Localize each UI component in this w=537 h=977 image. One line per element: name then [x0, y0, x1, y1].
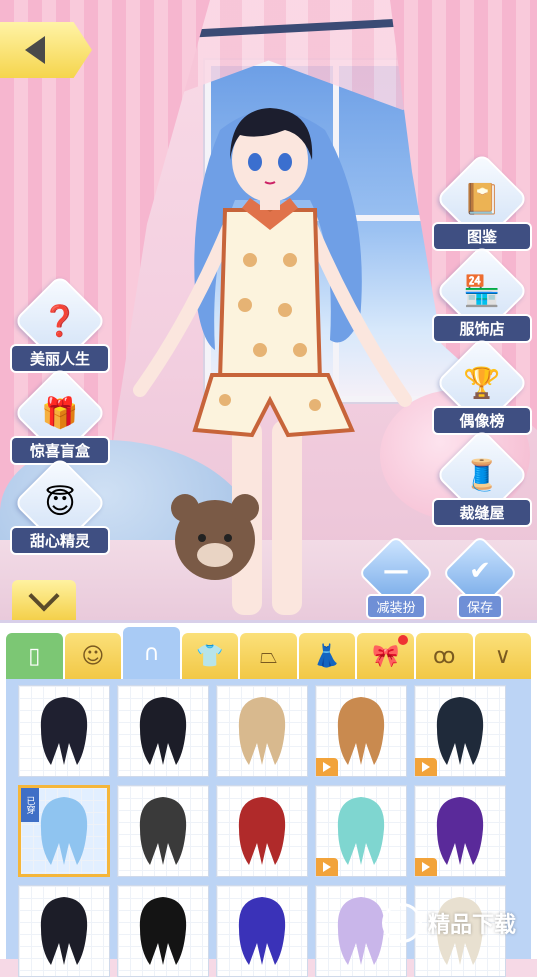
top-icon: 👕 — [196, 643, 224, 669]
minus-icon: — — [383, 556, 409, 586]
hair-style-icon — [40, 897, 88, 965]
earring-icon: ꝏ — [433, 643, 456, 669]
check-icon: ✔ — [469, 556, 491, 586]
tab-wardrobe[interactable]: ▯ — [6, 633, 63, 679]
hair-style-icon — [139, 797, 187, 865]
hair-item[interactable] — [216, 685, 308, 777]
idol-rank-label: 偶像榜 — [434, 408, 530, 433]
hair-style-icon — [436, 797, 484, 865]
tab-earrings[interactable]: ꝏ — [415, 633, 473, 679]
collapse-panel-button[interactable] — [12, 580, 76, 620]
undress-button[interactable]: — 减装扮 — [357, 534, 435, 617]
beautiful-life-button[interactable]: ❓ 美丽人生 — [10, 274, 110, 374]
hair-icon: ∩ — [143, 640, 160, 666]
angel-icon: 😇 — [44, 485, 76, 521]
necklace-icon: ∨ — [494, 643, 511, 669]
hair-item[interactable] — [117, 685, 209, 777]
hair-item[interactable] — [315, 785, 407, 877]
hair-style-icon — [238, 897, 286, 965]
question-girl-icon: ❓ — [41, 303, 79, 339]
undress-label: 减装扮 — [368, 596, 424, 617]
hair-item[interactable] — [216, 885, 308, 977]
hair-item[interactable] — [117, 885, 209, 977]
bow-icon: 🎀 — [371, 643, 400, 669]
sweet-spirit-label: 甜心精灵 — [12, 528, 108, 553]
skirt-icon: ⏢ — [259, 643, 278, 669]
beautiful-life-label: 美丽人生 — [12, 346, 108, 371]
video-ad-icon — [316, 758, 338, 776]
tailor-label: 裁缝屋 — [434, 500, 530, 525]
encyclopedia-label: 图鉴 — [434, 224, 530, 249]
clothing-store-button[interactable]: 🏪 服饰店 — [432, 244, 532, 344]
sewing-machine-icon: 🧵 — [463, 457, 501, 493]
face-icon: ☺ — [81, 643, 105, 669]
back-arrow-icon — [25, 36, 45, 64]
hair-item[interactable] — [414, 685, 506, 777]
album-icon: 📔 — [463, 181, 501, 217]
tab-face[interactable]: ☺ — [64, 633, 122, 679]
idol-rank-button[interactable]: 🏆 偶像榜 — [432, 336, 532, 436]
shop-icon: 🏪 — [463, 273, 501, 309]
video-ad-icon — [316, 858, 338, 876]
video-ad-icon — [415, 858, 437, 876]
hair-item[interactable] — [315, 685, 407, 777]
hair-item[interactable] — [414, 785, 506, 877]
worn-badge: 已穿 — [21, 788, 39, 822]
tab-top[interactable]: 👕 — [181, 633, 239, 679]
video-ad-icon — [415, 758, 437, 776]
gift-box-icon: 🎁 — [41, 395, 79, 431]
hair-style-icon — [139, 897, 187, 965]
trophy-icon: 🏆 — [463, 365, 501, 401]
category-tabs: ▯ ☺ ∩ 👕 ⏢ 👗 🎀 ꝏ ∨ — [6, 627, 532, 681]
tailor-button[interactable]: 🧵 裁缝屋 — [432, 428, 532, 528]
encyclopedia-button[interactable]: 📔 图鉴 — [432, 152, 532, 252]
sweet-spirit-button[interactable]: 😇 甜心精灵 — [10, 456, 110, 556]
hair-style-icon — [40, 697, 88, 765]
door-icon: ▯ — [28, 643, 41, 669]
clothing-store-label: 服饰店 — [434, 316, 530, 341]
hair-item[interactable]: 已穿 — [18, 785, 110, 877]
hair-item[interactable] — [18, 685, 110, 777]
tab-skirt[interactable]: ⏢ — [240, 633, 297, 679]
back-button[interactable] — [0, 22, 92, 78]
tab-necklace[interactable]: ∨ — [474, 633, 532, 679]
hair-style-icon — [139, 697, 187, 765]
hair-style-icon — [238, 797, 286, 865]
hair-item[interactable] — [117, 785, 209, 877]
hair-style-icon — [40, 797, 88, 865]
tab-hair[interactable]: ∩ — [123, 627, 180, 679]
new-badge — [397, 635, 408, 645]
watermark-logo-icon — [382, 903, 422, 943]
chevron-down-icon — [28, 580, 60, 612]
save-button[interactable]: ✔ 保存 — [441, 534, 519, 617]
blind-box-button[interactable]: 🎁 惊喜盲盒 — [10, 366, 110, 466]
hair-style-icon — [337, 697, 385, 765]
dress-icon: 👗 — [313, 643, 341, 669]
hair-style-icon — [238, 697, 286, 765]
save-label: 保存 — [458, 596, 501, 617]
hair-item[interactable] — [18, 885, 110, 977]
watermark-text: 精品下载 — [428, 913, 517, 938]
tab-headwear[interactable]: 🎀 — [357, 633, 414, 679]
hair-style-icon — [337, 797, 385, 865]
hair-style-icon — [436, 697, 484, 765]
watermark: 精品下载 — [382, 900, 532, 946]
hair-item[interactable] — [216, 785, 308, 877]
tab-dress[interactable]: 👗 — [298, 633, 356, 679]
